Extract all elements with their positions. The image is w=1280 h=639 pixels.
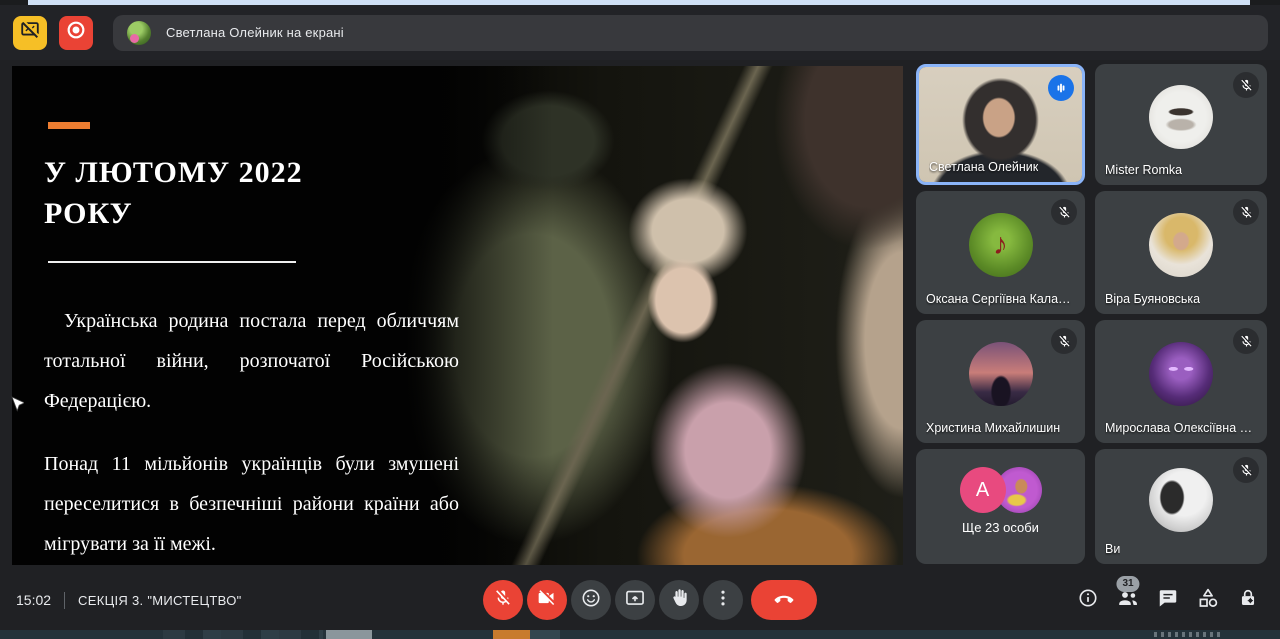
slide-accent-dash bbox=[48, 122, 90, 129]
tile-oksana[interactable]: ♪ Оксана Сергіївна Кала… bbox=[916, 191, 1085, 314]
participant-name-label: Оксана Сергіївна Кала… bbox=[926, 292, 1071, 306]
participants-grid: Светлана Олейник Mister Romka ♪ bbox=[916, 64, 1268, 564]
presenting-status-label: Светлана Олейник на екрані bbox=[166, 25, 344, 40]
meeting-info: 15:02 СЕКЦІЯ 3. "МИСТЕЦТВО" bbox=[16, 570, 242, 630]
camera-off-icon bbox=[537, 588, 557, 613]
participant-name-label: Мирослава Олексіївна … bbox=[1105, 421, 1252, 435]
slide-title: У ЛЮТОМУ 2022 РОКУ bbox=[44, 153, 329, 234]
reactions-button[interactable] bbox=[571, 580, 611, 620]
microphone-toggle-button[interactable] bbox=[483, 580, 523, 620]
present-screen-button[interactable] bbox=[615, 580, 655, 620]
recording-indicator-button[interactable] bbox=[59, 16, 93, 50]
avatar-mister-romka bbox=[1149, 85, 1213, 149]
info-icon bbox=[1077, 587, 1099, 614]
call-controls bbox=[483, 580, 817, 620]
slide-title-underline bbox=[48, 261, 296, 263]
raise-hand-button[interactable] bbox=[659, 580, 699, 620]
present-screen-icon bbox=[624, 587, 646, 614]
audio-level-icon bbox=[1048, 75, 1074, 101]
tile-svetlana-oleynik[interactable]: Светлана Олейник bbox=[916, 64, 1085, 185]
side-panel-controls: 31 bbox=[1076, 570, 1260, 630]
phone-hangup-icon bbox=[772, 586, 796, 615]
mic-off-icon bbox=[493, 588, 513, 613]
participant-name-label: Ви bbox=[1105, 542, 1120, 556]
divider bbox=[64, 592, 65, 609]
participant-name-label: Христина Михайлишин bbox=[926, 421, 1060, 435]
slide-paragraph-1: Українська родина постала перед обличчям… bbox=[44, 301, 459, 421]
top-bar: Светлана Олейник на екрані bbox=[0, 5, 1280, 60]
mic-off-icon bbox=[1051, 199, 1077, 225]
chat-icon bbox=[1157, 587, 1179, 614]
avatar-khrystyna-sunset bbox=[969, 342, 1033, 406]
stop-presenting-button[interactable] bbox=[13, 16, 47, 50]
slide-text-column: У ЛЮТОМУ 2022 РОКУ Українська родина пос… bbox=[44, 66, 464, 564]
meeting-title: СЕКЦІЯ 3. "МИСТЕЦТВО" bbox=[78, 593, 242, 608]
meeting-details-button[interactable] bbox=[1076, 588, 1100, 612]
slide-paragraph-2: Понад 11 мільйонів українців були змушен… bbox=[44, 444, 459, 564]
presenter-avatar bbox=[127, 21, 151, 45]
tile-more-participants[interactable]: A Ще 23 особи bbox=[916, 449, 1085, 564]
tile-you[interactable]: Ви bbox=[1095, 449, 1267, 564]
presentation-off-icon bbox=[19, 19, 41, 46]
chat-button[interactable] bbox=[1156, 588, 1180, 612]
tile-vira-buyanovska[interactable]: Віра Буяновська bbox=[1095, 191, 1267, 314]
music-note-glyph: ♪ bbox=[993, 228, 1008, 262]
avatar-letter-a: A bbox=[960, 467, 1006, 513]
taskbar-item-light bbox=[530, 630, 560, 639]
avatar-letter: A bbox=[976, 479, 989, 502]
host-controls-button[interactable] bbox=[1236, 588, 1260, 612]
activities-shapes-icon bbox=[1196, 586, 1220, 615]
avatar-oksana-music-note: ♪ bbox=[969, 213, 1033, 277]
avatar-myroslava bbox=[1149, 342, 1213, 406]
activities-button[interactable] bbox=[1196, 588, 1220, 612]
mic-off-icon bbox=[1051, 328, 1077, 354]
participant-name-label: Віра Буяновська bbox=[1105, 292, 1200, 306]
tile-khrystyna[interactable]: Христина Михайлишин bbox=[916, 320, 1085, 443]
slide-photo-soldier-child bbox=[403, 66, 903, 565]
taskbar-thumbnails bbox=[163, 630, 323, 639]
overflow-avatars: A bbox=[960, 467, 1042, 513]
tile-myroslava[interactable]: Мирослава Олексіївна … bbox=[1095, 320, 1267, 443]
more-participants-label: Ще 23 особи bbox=[916, 520, 1085, 535]
mic-off-icon bbox=[1233, 199, 1259, 225]
tile-mister-romka[interactable]: Mister Romka bbox=[1095, 64, 1267, 185]
show-participants-button[interactable]: 31 bbox=[1116, 588, 1140, 612]
lock-gear-icon bbox=[1237, 587, 1259, 614]
participant-name-label: Светлана Олейник bbox=[929, 160, 1038, 174]
taskbar-item-powerpoint bbox=[493, 630, 530, 639]
bottom-control-bar: 15:02 СЕКЦІЯ 3. "МИСТЕЦТВО" bbox=[0, 570, 1280, 630]
taskbar-item-gray bbox=[326, 630, 372, 639]
avatar-you bbox=[1149, 468, 1213, 532]
taskbar-clock-area bbox=[1154, 632, 1224, 637]
shared-screen-presentation[interactable]: У ЛЮТОМУ 2022 РОКУ Українська родина пос… bbox=[12, 66, 903, 565]
camera-toggle-button[interactable] bbox=[527, 580, 567, 620]
os-taskbar-strip bbox=[0, 630, 1280, 639]
mic-off-icon bbox=[1233, 72, 1259, 98]
mic-off-icon bbox=[1233, 328, 1259, 354]
avatar-vira bbox=[1149, 213, 1213, 277]
raise-hand-icon bbox=[668, 587, 690, 614]
presenting-status-pill[interactable]: Светлана Олейник на екрані bbox=[113, 15, 1268, 51]
clock-time: 15:02 bbox=[16, 592, 51, 608]
participants-count-badge: 31 bbox=[1116, 576, 1139, 592]
smiley-icon bbox=[580, 587, 602, 614]
mic-off-icon bbox=[1233, 457, 1259, 483]
record-icon bbox=[65, 19, 87, 46]
end-call-button[interactable] bbox=[751, 580, 817, 620]
participant-name-label: Mister Romka bbox=[1105, 163, 1182, 177]
mouse-cursor bbox=[10, 396, 24, 419]
three-dots-icon bbox=[713, 588, 733, 613]
more-options-button[interactable] bbox=[703, 580, 743, 620]
meeting-main-area: У ЛЮТОМУ 2022 РОКУ Українська родина пос… bbox=[0, 60, 1280, 570]
